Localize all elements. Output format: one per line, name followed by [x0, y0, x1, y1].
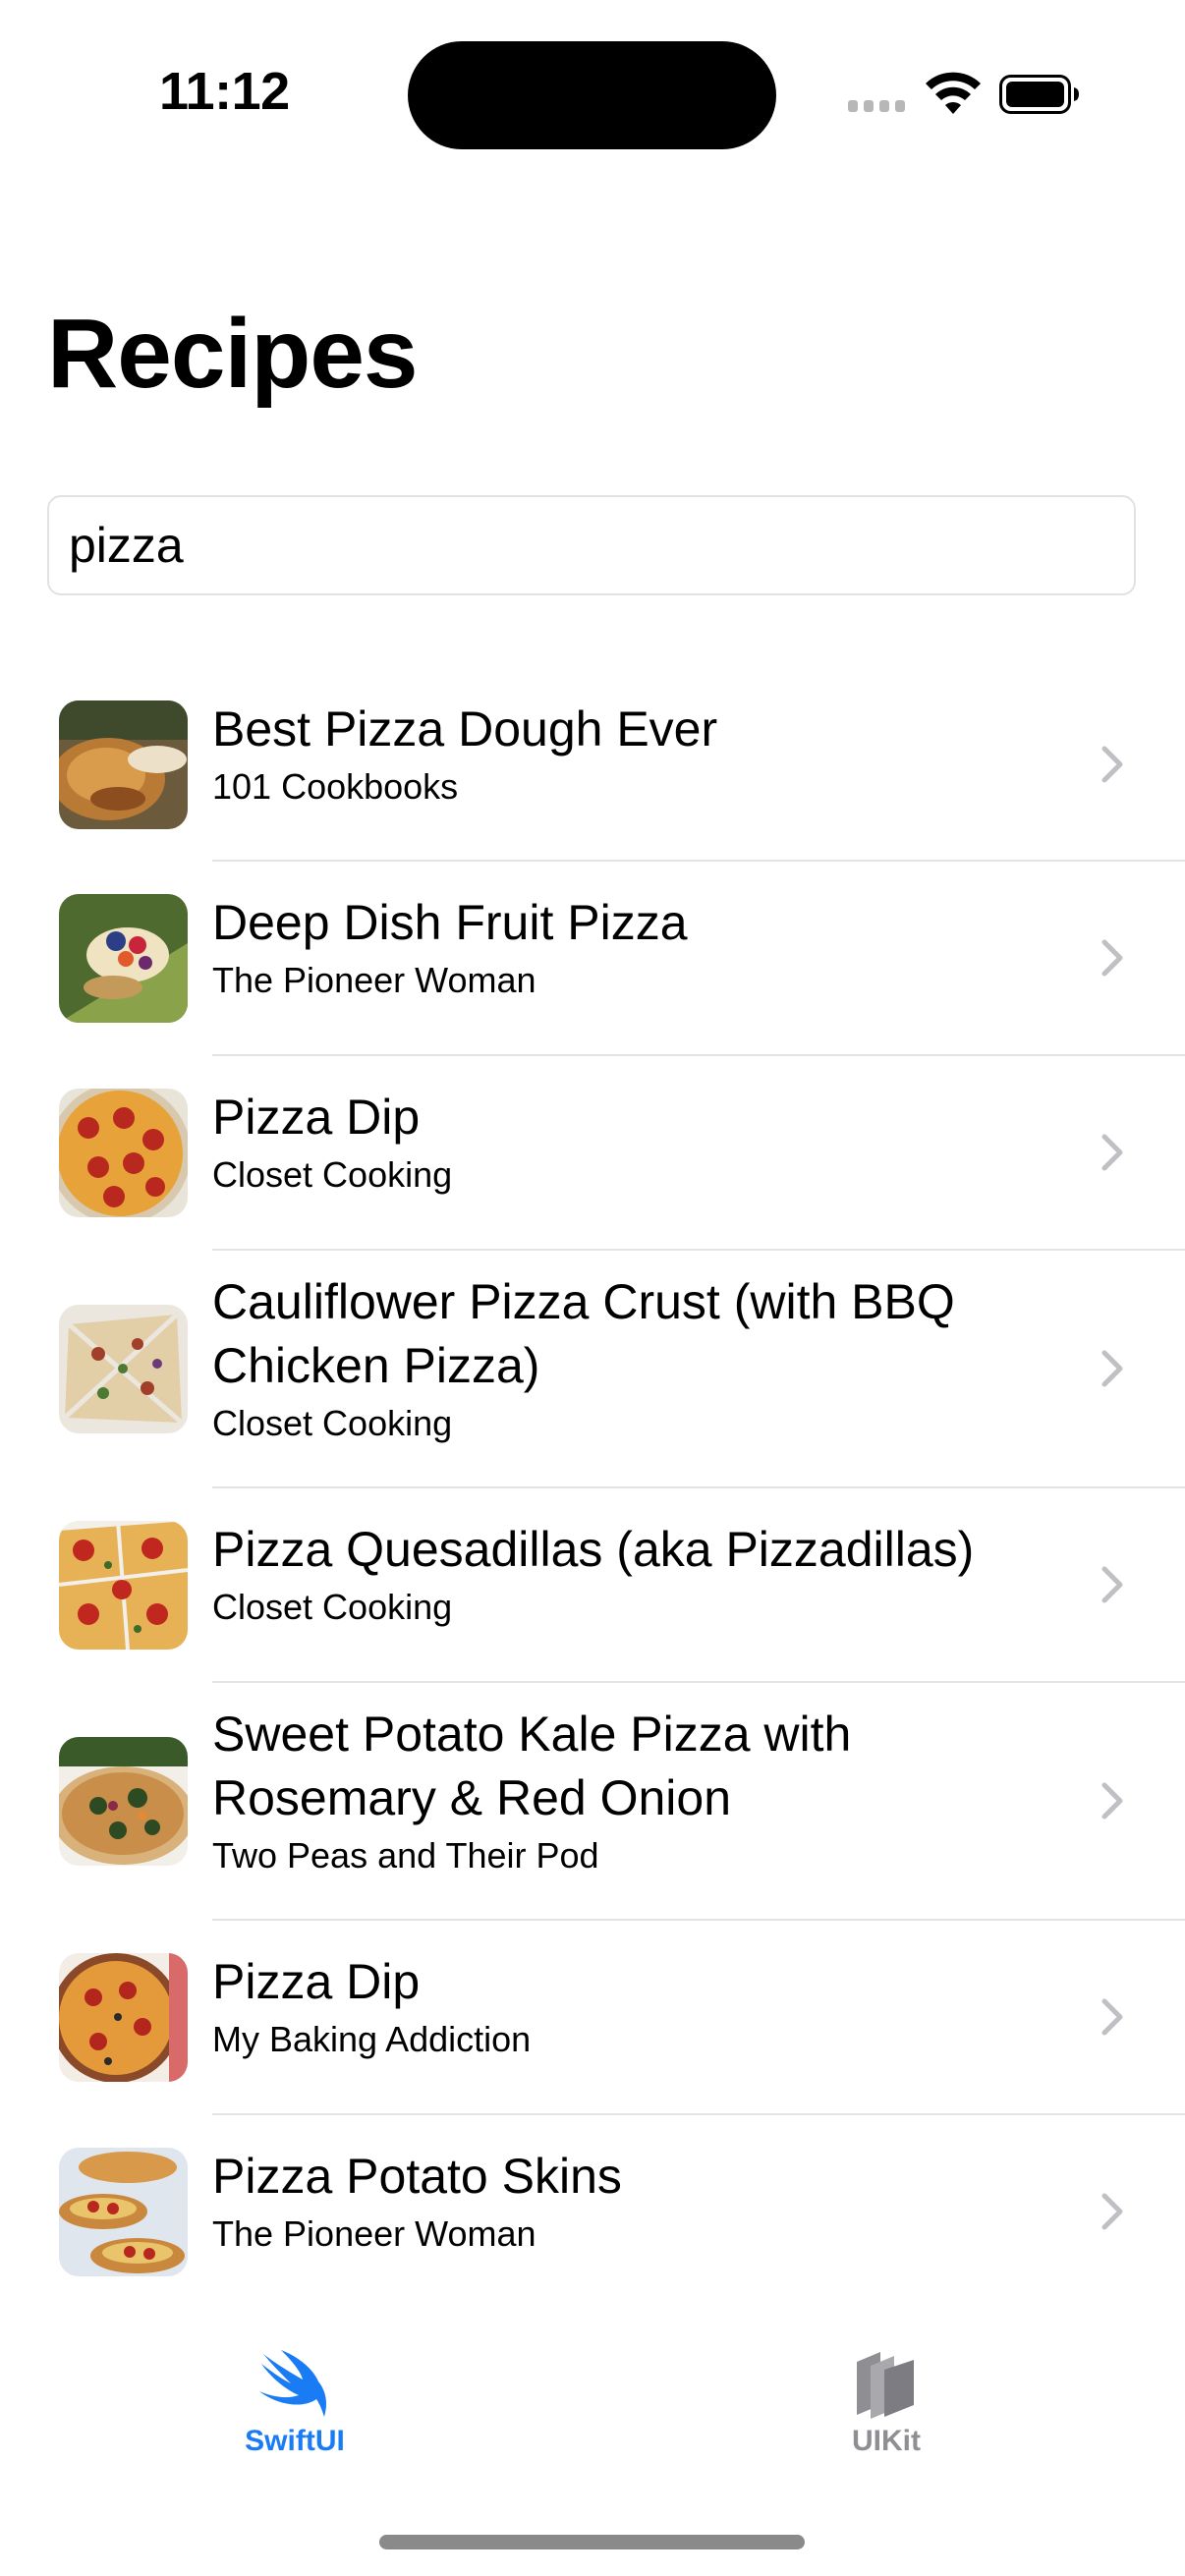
chevron-right-icon [1101, 1566, 1123, 1603]
recipe-title: Pizza Dip [212, 1954, 421, 2009]
screen: 11:12 Recipes pizza Best Pizza Dough Eve… [0, 0, 1185, 2576]
recipe-title: Pizza Potato Skins [212, 2149, 622, 2204]
battery-icon [999, 75, 1079, 114]
recipe-title: Pizza Quesadillas (aka Pizzadillas) [212, 1522, 975, 1577]
chevron-right-icon [1101, 746, 1123, 783]
chevron-right-icon [1101, 1782, 1123, 1820]
recipe-row[interactable]: Cauliflower Pizza Crust (with BBQ Chicke… [0, 1251, 1185, 1488]
recipe-title: Deep Dish Fruit Pizza [212, 895, 688, 950]
recipe-thumbnail [59, 1953, 188, 2082]
recipe-source: Closet Cooking [212, 1403, 453, 1443]
status-bar: 11:12 [0, 0, 1185, 187]
cellular-signal-icon [848, 100, 907, 114]
uikit-layers-icon [857, 2352, 914, 2419]
status-time: 11:12 [159, 62, 290, 121]
chevron-right-icon [1101, 2193, 1123, 2230]
recipe-list: Best Pizza Dough Ever 101 Cookbooks Deep… [0, 668, 1185, 2310]
chevron-right-icon [1101, 1134, 1123, 1171]
recipe-source: 101 Cookbooks [212, 766, 459, 807]
recipe-title: Pizza Dip [212, 1090, 421, 1145]
recipe-thumbnail [59, 1737, 188, 1866]
page-title: Recipes [47, 299, 419, 409]
recipe-source: My Baking Addiction [212, 2019, 532, 2059]
recipe-title: Sweet Potato Kale Pizza with Rosemary & … [212, 1707, 852, 1825]
tab-bar: SwiftUI UIKit [0, 2309, 1185, 2486]
recipe-source: The Pioneer Woman [212, 2213, 536, 2254]
wifi-icon [926, 72, 981, 114]
recipe-row[interactable]: Pizza Potato Skins The Pioneer Woman [0, 2115, 1185, 2310]
recipe-source: Closet Cooking [212, 1154, 453, 1195]
chevron-right-icon [1101, 1998, 1123, 2036]
tab-uikit[interactable]: UIKit [739, 2348, 1034, 2458]
dynamic-island [408, 41, 776, 149]
recipe-source: Closet Cooking [212, 1587, 453, 1627]
chevron-right-icon [1101, 939, 1123, 977]
recipe-row[interactable]: Deep Dish Fruit Pizza The Pioneer Woman [0, 862, 1185, 1056]
recipe-source: Two Peas and Their Pod [212, 1835, 599, 1876]
recipe-thumbnail [59, 2148, 188, 2276]
home-indicator [379, 2535, 805, 2549]
recipe-row[interactable]: Pizza Quesadillas (aka Pizzadillas) Clos… [0, 1488, 1185, 1683]
recipe-title: Cauliflower Pizza Crust (with BBQ Chicke… [212, 1274, 955, 1393]
recipe-thumbnail [59, 894, 188, 1023]
recipe-row[interactable]: Best Pizza Dough Ever 101 Cookbooks [0, 668, 1185, 862]
recipe-row[interactable]: Sweet Potato Kale Pizza with Rosemary & … [0, 1683, 1185, 1921]
swift-bird-icon [259, 2350, 326, 2417]
recipe-row[interactable]: Pizza Dip Closet Cooking [0, 1056, 1185, 1251]
chevron-right-icon [1101, 1350, 1123, 1387]
tab-swiftui[interactable]: SwiftUI [147, 2348, 442, 2458]
recipe-row[interactable]: Pizza Dip My Baking Addiction [0, 1921, 1185, 2115]
search-input[interactable] [47, 495, 1136, 595]
recipe-thumbnail [59, 1305, 188, 1433]
recipe-source: The Pioneer Woman [212, 960, 536, 1000]
recipe-thumbnail [59, 1521, 188, 1650]
recipe-thumbnail [59, 1089, 188, 1217]
recipe-thumbnail [59, 700, 188, 829]
tab-label: SwiftUI [245, 2425, 345, 2457]
tab-label: UIKit [852, 2425, 921, 2457]
recipe-title: Best Pizza Dough Ever [212, 701, 718, 756]
